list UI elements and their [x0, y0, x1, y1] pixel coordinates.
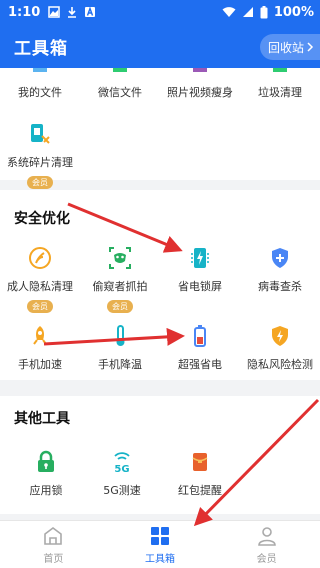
status-time: 1:10	[8, 4, 41, 20]
vip-badge: 会员	[27, 176, 53, 189]
tool-virus-scan[interactable]: 病毒查杀	[240, 246, 320, 294]
chevron-right-icon	[307, 42, 314, 52]
tool-my-files[interactable]: 我的文件	[0, 76, 80, 100]
wifi-icon	[222, 7, 236, 17]
trash-icon	[273, 68, 287, 72]
vip-badge: 会员	[107, 300, 133, 313]
tool-junk-clean[interactable]: 垃圾清理	[240, 76, 320, 100]
a-letter-icon	[85, 6, 96, 17]
svg-text:5G: 5G	[114, 464, 129, 474]
wechat-icon	[113, 68, 127, 72]
tool-super-power-save[interactable]: 超强省电	[160, 324, 240, 372]
power-lock-icon	[191, 248, 209, 268]
other-tools-card: 其他工具 应用锁 5G 5G测速 红包提醒	[0, 396, 320, 514]
app-bar: 工具箱 回收站	[0, 24, 320, 68]
battery-icon	[260, 5, 268, 18]
gallery-icon	[48, 6, 61, 18]
tool-fragment-clean[interactable]: 系统碎片清理 会员	[0, 122, 80, 189]
tool-adult-privacy-clean[interactable]: 成人隐私清理 会员	[0, 246, 80, 313]
grid-icon	[151, 526, 169, 545]
red-packet-icon	[192, 453, 208, 471]
top-tools-card: 我的文件 微信文件 照片视频瘦身 垃圾清理 系统碎片清理 会员	[0, 68, 320, 189]
tool-label: 红包提醒	[178, 484, 222, 497]
tool-label: 手机降温	[98, 358, 142, 371]
tool-power-lock-screen[interactable]: 省电锁屏	[160, 246, 240, 294]
tool-privacy-risk-check[interactable]: 隐私风险检测	[240, 324, 320, 372]
tool-label: 偷窥者抓拍	[92, 280, 148, 293]
vip-badge: 会员	[27, 300, 53, 313]
tool-label: 应用锁	[29, 484, 63, 497]
tool-label: 超强省电	[178, 358, 222, 371]
status-bar: 1:10 100%	[0, 0, 320, 24]
tool-label: 照片视频瘦身	[167, 86, 233, 99]
tool-phone-cool[interactable]: 手机降温	[80, 324, 160, 372]
home-broom-icon	[44, 526, 63, 545]
thermometer-icon	[116, 325, 125, 346]
shield-bolt-icon	[272, 326, 288, 346]
tool-label: 手机加速	[18, 358, 62, 371]
tool-label: 垃圾清理	[258, 86, 302, 99]
section-title-other: 其他工具	[14, 411, 70, 427]
tab-label: 会员	[256, 553, 277, 565]
download-icon	[68, 7, 77, 18]
tool-label: 系统碎片清理	[7, 156, 73, 169]
intruder-capture-icon	[109, 247, 131, 269]
tool-label: 微信文件	[98, 86, 142, 99]
page-title: 工具箱	[14, 38, 68, 59]
fragment-clean-icon	[31, 124, 50, 144]
bottom-tab-bar: 首页 工具箱 会员	[0, 520, 320, 568]
section-title-security: 安全优化	[14, 211, 70, 227]
battery-percent: 100%	[273, 4, 314, 20]
tool-photo-slim[interactable]: 照片视频瘦身	[160, 76, 240, 100]
tool-5g-speedtest[interactable]: 5G 5G测速	[82, 450, 162, 498]
tool-red-packet-reminder[interactable]: 红包提醒	[160, 450, 240, 498]
photo-icon	[193, 68, 207, 72]
tool-label: 我的文件	[18, 86, 62, 99]
rocket-icon	[33, 326, 47, 345]
tool-label: 成人隐私清理	[7, 280, 73, 293]
tab-toolbox[interactable]: 工具箱	[107, 521, 214, 568]
privacy-clean-icon	[29, 247, 51, 269]
tab-member[interactable]: 会员	[213, 521, 320, 568]
tool-label: 隐私风险检测	[247, 358, 313, 371]
lock-icon	[38, 450, 54, 472]
person-icon	[257, 526, 276, 546]
shield-plus-icon	[272, 248, 288, 268]
battery-saver-icon	[194, 325, 206, 347]
cellular-icon	[242, 7, 253, 17]
tool-label: 5G测速	[103, 484, 141, 497]
tool-label: 省电锁屏	[178, 280, 222, 293]
folder-icon	[33, 68, 47, 72]
tool-wechat-files[interactable]: 微信文件	[80, 76, 160, 100]
5g-icon: 5G	[114, 452, 130, 474]
tool-intruder-capture[interactable]: 偷窥者抓拍 会员	[80, 246, 160, 313]
security-card: 安全优化 成人隐私清理 会员 偷窥者抓拍 会员 省电锁屏 病毒查杀 手机加速 手…	[0, 190, 320, 380]
tab-label: 工具箱	[145, 553, 175, 565]
tool-label: 病毒查杀	[258, 280, 302, 293]
recycle-bin-label: 回收站	[268, 40, 305, 55]
tool-phone-boost[interactable]: 手机加速	[0, 324, 80, 372]
recycle-bin-button[interactable]: 回收站	[260, 34, 320, 60]
tab-home[interactable]: 首页	[0, 521, 107, 568]
tab-label: 首页	[43, 553, 64, 565]
tool-app-lock[interactable]: 应用锁	[6, 450, 86, 498]
